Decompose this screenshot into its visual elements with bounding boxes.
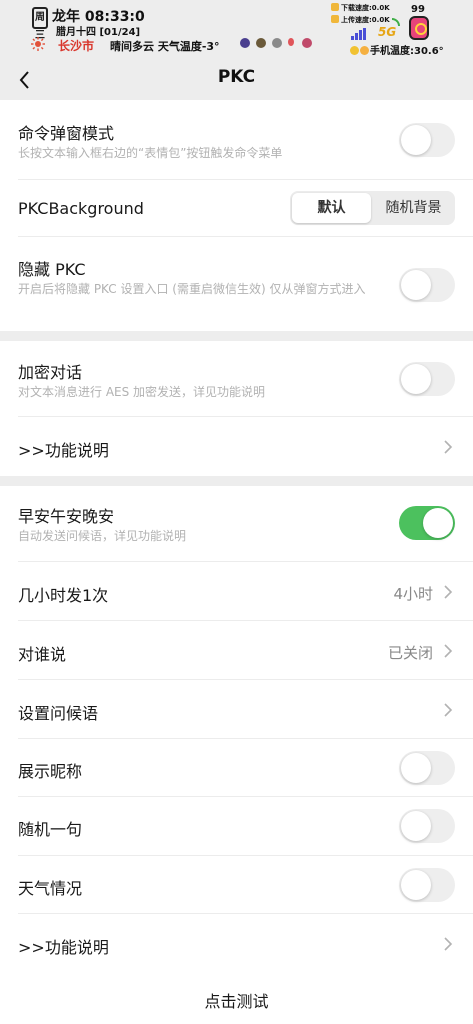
wifi-icon [392, 18, 400, 26]
toggle-knob [401, 811, 431, 841]
interval-title: 几小时发1次 [18, 586, 109, 605]
toggle-knob [401, 364, 431, 394]
toggle-knob [401, 270, 431, 300]
toggle-knob [401, 753, 431, 783]
help-title-2: >>功能说明 [18, 938, 109, 957]
greeting-title: 早安午安晚安 [18, 507, 115, 526]
encrypt-row[interactable]: 加密对话 对文本消息进行 AES 加密发送，详见功能说明 [0, 341, 473, 417]
set-greeting-title: 设置问候语 [18, 704, 99, 723]
show-nickname-toggle[interactable] [399, 751, 455, 785]
cmd-popup-row[interactable]: 命令弹窗模式 长按文本输入框右边的“表情包”按钮触发命令菜单 [0, 100, 473, 180]
random-sentence-row[interactable]: 随机一句 [0, 797, 473, 856]
download-icon [331, 3, 339, 11]
greeting-row[interactable]: 早安午安晚安 自动发送问候语，详见功能说明 [0, 486, 473, 562]
signal-icon [351, 28, 367, 40]
help-row-2[interactable]: >>功能说明 [0, 914, 473, 973]
target-row[interactable]: 对谁说 已关闭 [0, 621, 473, 680]
cmd-popup-title: 命令弹窗模式 [18, 124, 115, 143]
weather-toggle[interactable] [399, 868, 455, 902]
notification-icon [240, 38, 250, 48]
chevron-right-icon [444, 440, 453, 454]
show-nickname-row[interactable]: 展示昵称 [0, 739, 473, 797]
random-sentence-title: 随机一句 [18, 820, 83, 839]
toggle-knob [423, 508, 453, 538]
show-nickname-title: 展示昵称 [18, 762, 83, 781]
status-bar: 周三 龙年 08:33:0 腊月十四 [01/24] 长沙市 晴间多云 天气温度… [0, 0, 473, 60]
phone-temperature: 手机温度:30.6° [350, 42, 444, 57]
upload-speed: 上传速度:0.0K [331, 15, 390, 25]
status-lunar-date: 腊月十四 [01/24] [56, 27, 141, 38]
chevron-right-icon [444, 937, 453, 951]
nav-bar: PKC [0, 60, 473, 100]
background-title: PKCBackground [18, 199, 144, 218]
status-weather: 晴间多云 天气温度-3° [110, 40, 220, 53]
cmd-popup-subtitle: 长按文本输入框右边的“表情包”按钮触发命令菜单 [18, 146, 283, 160]
help-title-1: >>功能说明 [18, 441, 109, 460]
background-row: PKCBackground 默认 随机背景 [0, 180, 473, 237]
settings-group-3: 早安午安晚安 自动发送问候语，详见功能说明 几小时发1次 4小时 对谁说 已关闭… [0, 486, 473, 1024]
hide-pkc-subtitle: 开启后将隐藏 PKC 设置入口 (需重启微信生效) 仅从弹窗方式进入 [18, 282, 366, 296]
weather-title: 天气情况 [18, 879, 83, 898]
interval-row[interactable]: 几小时发1次 4小时 [0, 562, 473, 621]
set-greeting-row[interactable]: 设置问候语 [0, 680, 473, 739]
upload-icon [331, 15, 339, 23]
cmd-popup-toggle[interactable] [399, 123, 455, 157]
encrypt-subtitle: 对文本消息进行 AES 加密发送，详见功能说明 [18, 385, 266, 399]
network-type: 5G [378, 25, 397, 39]
chevron-right-icon [444, 703, 453, 717]
background-option-random[interactable]: 随机背景 [374, 193, 453, 223]
face-icon [350, 46, 359, 55]
toggle-knob [401, 870, 431, 900]
download-speed: 下载速度:0.0K [331, 3, 390, 13]
status-city: 长沙市 [58, 39, 95, 53]
help-row-1[interactable]: >>功能说明 [0, 417, 473, 476]
encrypt-toggle[interactable] [399, 362, 455, 396]
calendar-icon: 周三 [32, 7, 48, 41]
target-value: 已关闭 [387, 644, 433, 662]
notification-icon [272, 38, 282, 48]
notification-icon [288, 38, 294, 46]
sun-icon [31, 37, 45, 51]
interval-value: 4小时 [393, 585, 433, 603]
encrypt-title: 加密对话 [18, 363, 83, 382]
settings-group-2: 加密对话 对文本消息进行 AES 加密发送，详见功能说明 >>功能说明 [0, 341, 473, 476]
battery-icon [409, 16, 429, 40]
chevron-right-icon [444, 644, 453, 658]
hide-pkc-row[interactable]: 隐藏 PKC 开启后将隐藏 PKC 设置入口 (需重启微信生效) 仅从弹窗方式进… [0, 237, 473, 331]
upload-speed-text: 上传速度:0.0K [341, 16, 390, 24]
page-title: PKC [217, 67, 256, 87]
toggle-knob [401, 125, 431, 155]
test-button[interactable]: 点击测试 [0, 988, 473, 1012]
greeting-subtitle: 自动发送问候语，详见功能说明 [18, 529, 187, 543]
hide-pkc-toggle[interactable] [399, 268, 455, 302]
settings-group-1: 命令弹窗模式 长按文本输入框右边的“表情包”按钮触发命令菜单 PKCBackgr… [0, 100, 473, 331]
notification-icon [256, 38, 266, 48]
background-option-default[interactable]: 默认 [292, 193, 371, 223]
background-segmented-control[interactable]: 默认 随机背景 [290, 191, 455, 225]
face-icon [360, 46, 369, 55]
download-speed-text: 下载速度:0.0K [341, 4, 390, 12]
chevron-right-icon [444, 585, 453, 599]
greeting-toggle[interactable] [399, 506, 455, 540]
weather-row[interactable]: 天气情况 [0, 856, 473, 914]
random-sentence-toggle[interactable] [399, 809, 455, 843]
hide-pkc-title: 隐藏 PKC [18, 260, 86, 279]
battery-level: 99 [411, 4, 425, 15]
target-title: 对谁说 [18, 645, 67, 664]
phone-temperature-text: 手机温度:30.6° [370, 46, 444, 57]
notification-icon [302, 38, 312, 48]
